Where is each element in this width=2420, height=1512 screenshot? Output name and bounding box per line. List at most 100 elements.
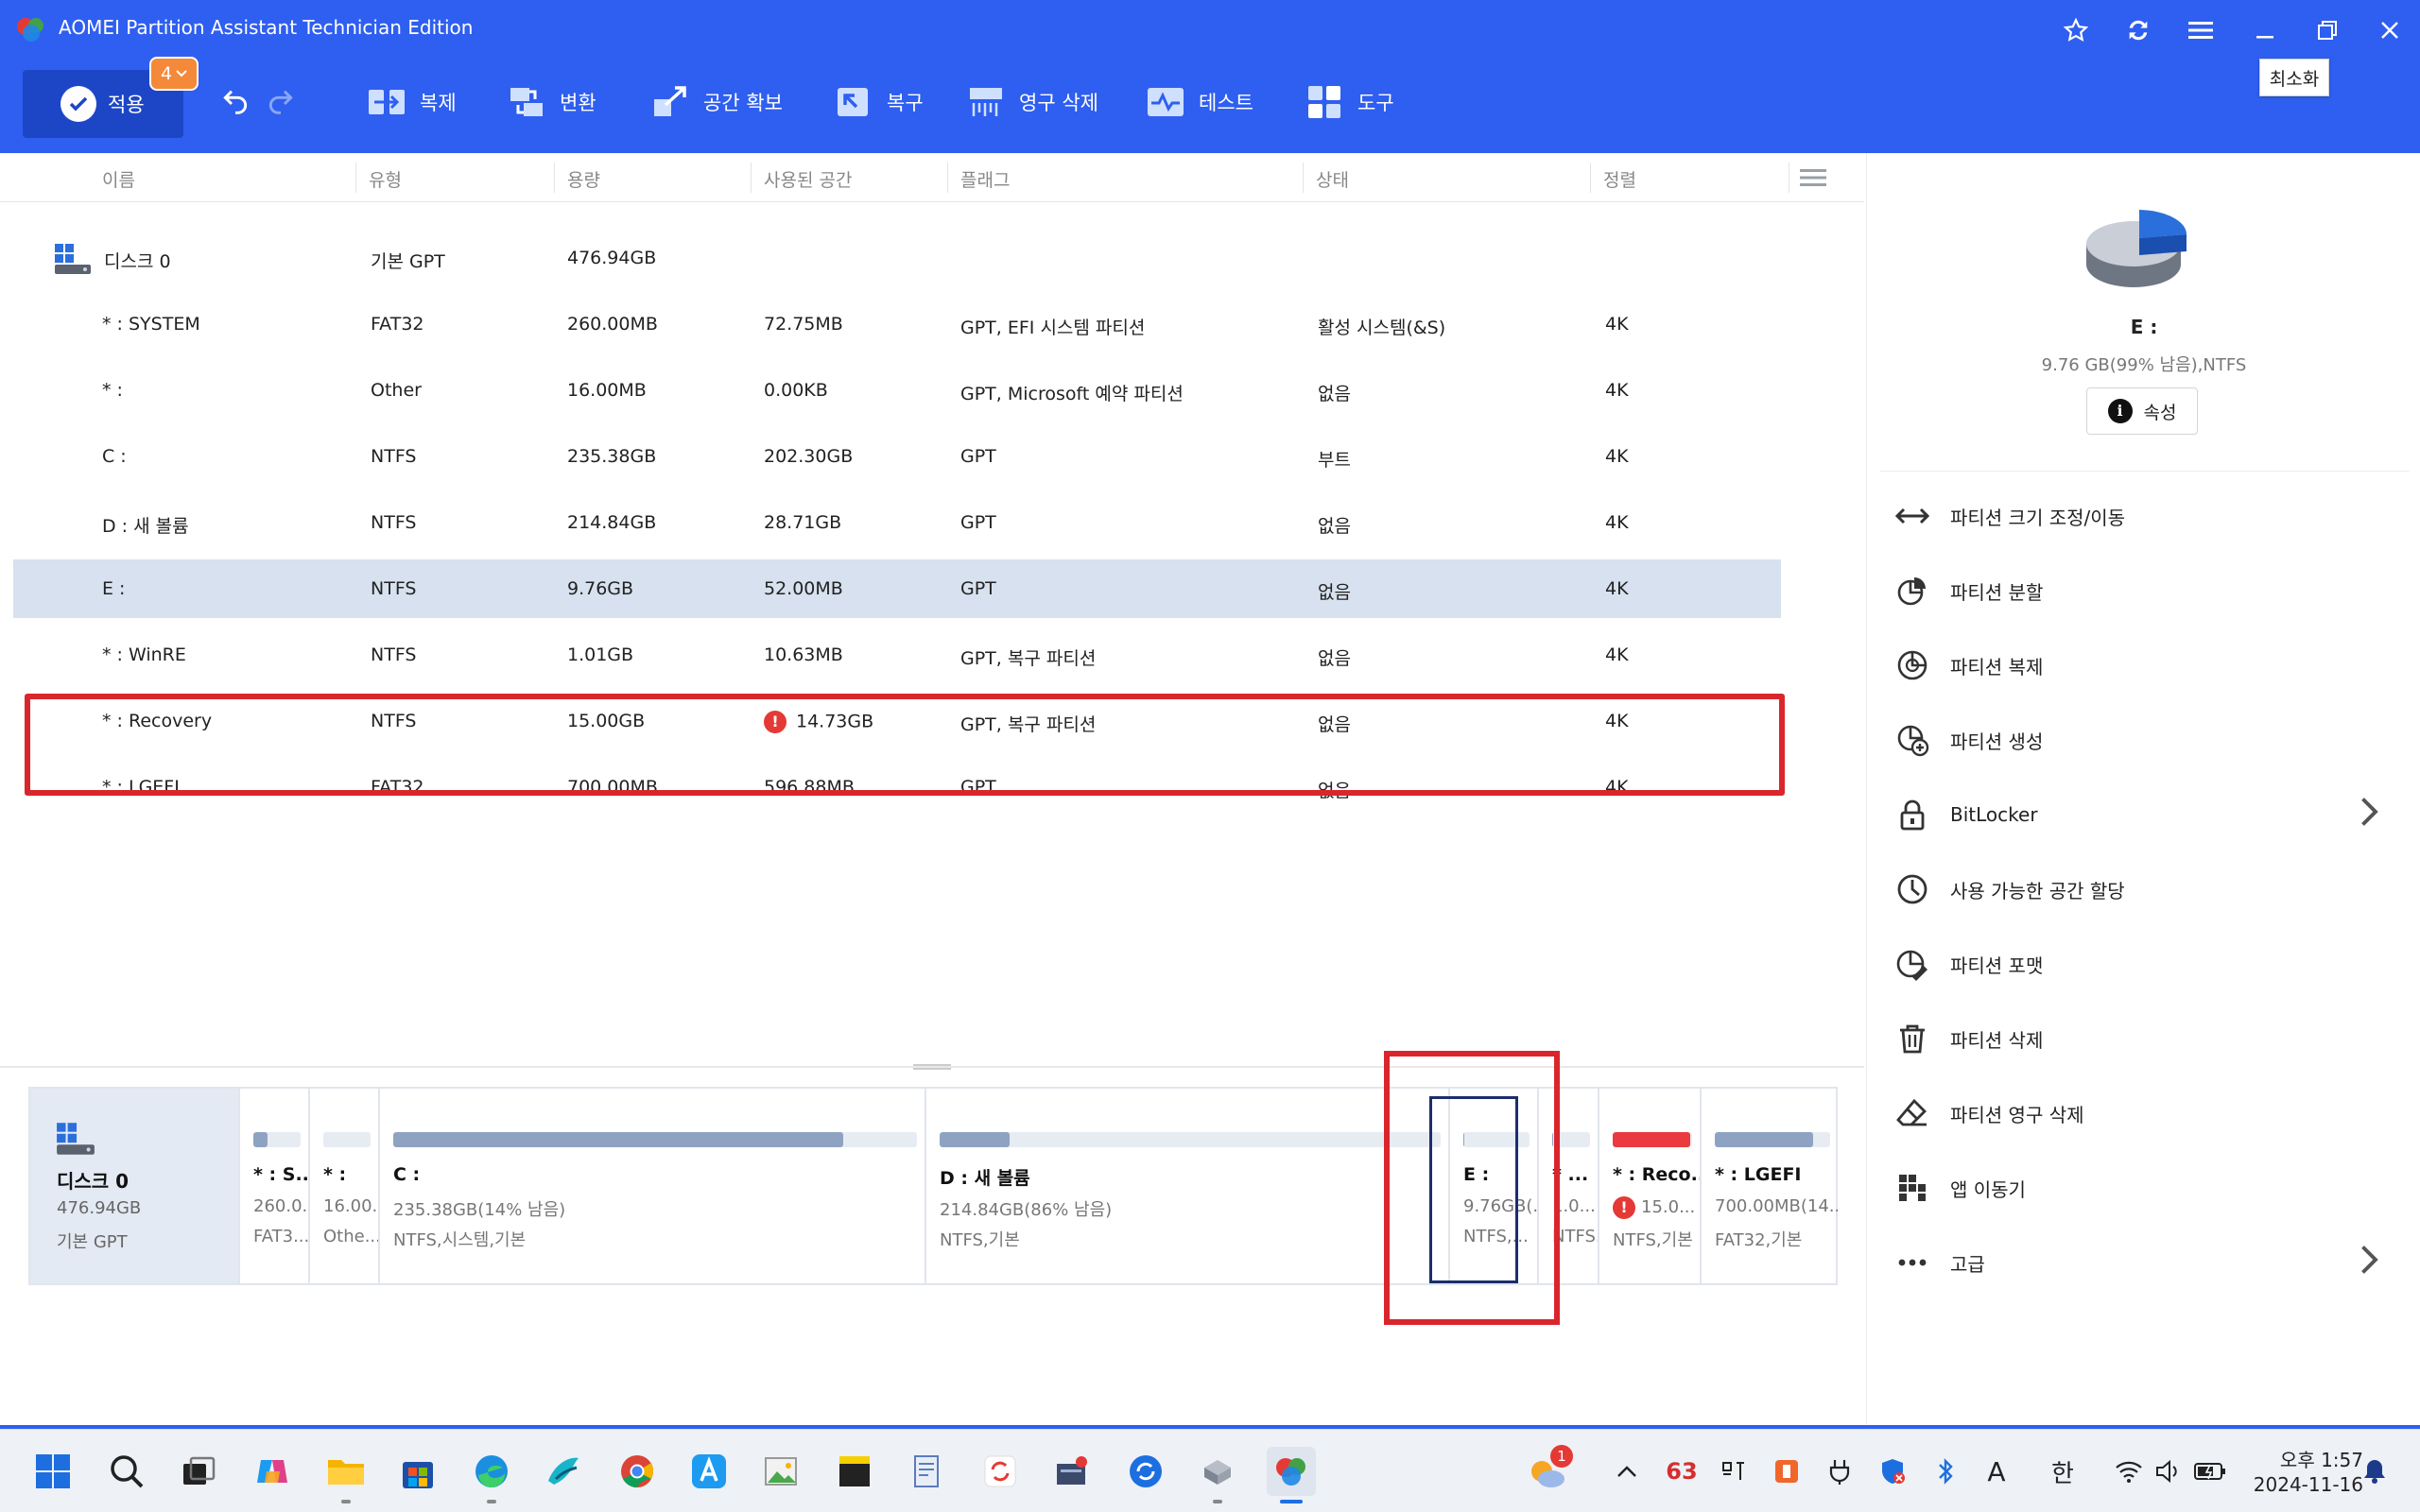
taskbar-app-sync[interactable]	[976, 1447, 1025, 1496]
taskbar-store[interactable]	[393, 1447, 442, 1496]
column-align[interactable]: 정렬	[1603, 166, 1636, 192]
toolbar-clone-button[interactable]: 복제	[367, 81, 457, 123]
disk-row[interactable]: 디스크 0 기본 GPT 476.94GB	[13, 229, 1781, 287]
column-divider[interactable]	[1303, 163, 1304, 193]
minimize-button[interactable]	[2244, 11, 2286, 49]
disk-map-partition[interactable]: * : 16.00... Othe...	[308, 1089, 378, 1283]
disk-map-partition[interactable]: * : Reco...! 15.0... NTFS,기본	[1598, 1089, 1700, 1283]
disk-map-partition[interactable]: C : 235.38GB(14% 남음) NTFS,시스템,기본	[378, 1089, 925, 1283]
tray-notifications[interactable]	[2358, 1452, 2392, 1490]
tray-volume[interactable]	[2152, 1452, 2186, 1490]
pending-operations-badge[interactable]: 4	[149, 57, 199, 91]
column-settings-icon[interactable]	[1799, 166, 1827, 189]
undo-icon[interactable]	[219, 85, 251, 117]
toolbar-free-up-space-button[interactable]: 공간 확보	[650, 81, 783, 123]
column-divider[interactable]	[355, 163, 356, 193]
column-type[interactable]: 유형	[369, 166, 402, 192]
column-flag[interactable]: 플래그	[960, 166, 1010, 192]
tray-ime-language[interactable]: 한	[2046, 1452, 2080, 1490]
task-view[interactable]	[174, 1447, 223, 1496]
clock-date[interactable]: 2024-11-16	[2231, 1473, 2363, 1496]
tray-bluetooth[interactable]	[1928, 1452, 1962, 1490]
taskbar-app-usb[interactable]	[1193, 1447, 1242, 1503]
partition-row[interactable]: * : Recovery NTFS 15.00GB! 14.73GB GPT, 복구 파…	[13, 692, 1781, 750]
disk-map-partition[interactable]: E : 9.76GB(... NTFS,...	[1448, 1089, 1537, 1283]
column-capacity[interactable]: 용량	[567, 166, 600, 192]
tray-font-mode[interactable]: A	[1979, 1452, 2014, 1490]
tray-counter[interactable]: 63	[1660, 1452, 1703, 1490]
redo-icon[interactable]	[265, 85, 297, 117]
close-button[interactable]	[2369, 11, 2411, 49]
operation-more-dots[interactable]: 고급	[1895, 1234, 2396, 1291]
column-name[interactable]: 이름	[102, 166, 135, 192]
disk-card[interactable]: 디스크 0 476.94GB 기본 GPT	[30, 1089, 238, 1283]
taskbar-aomei[interactable]	[1267, 1447, 1316, 1503]
column-divider[interactable]	[947, 163, 948, 193]
tray-input-method[interactable]	[1717, 1452, 1751, 1490]
operation-trash[interactable]: 파티션 삭제	[1895, 1010, 2396, 1067]
taskbar-app-image[interactable]	[756, 1447, 805, 1496]
disk-map-partition[interactable]: * : S... 260.0... FAT3...	[238, 1089, 308, 1283]
partition-row[interactable]: * : LGEFI FAT32 700.00MB 596.88MB GPT 없음 4K	[13, 758, 1781, 816]
partition-row[interactable]: * : Other 16.00MB 0.00KB GPT, Microsoft 예약 파…	[13, 361, 1781, 420]
operation-format-partition[interactable]: 파티션 포맷	[1895, 936, 2396, 992]
operation-lock[interactable]: BitLocker	[1895, 786, 2396, 843]
operation-create-partition[interactable]: 파티션 생성	[1895, 712, 2396, 768]
refresh-icon[interactable]	[2118, 11, 2159, 49]
taskbar-file-explorer[interactable]	[321, 1447, 371, 1503]
partition-row[interactable]: E : NTFS 9.76GB 52.00MB GPT 없음 4K	[13, 559, 1781, 618]
weather-notification[interactable]: 1	[1522, 1445, 1573, 1490]
column-status[interactable]: 상태	[1316, 166, 1349, 192]
taskbar-app-bird[interactable]	[539, 1447, 588, 1496]
favorite-star-icon[interactable]	[2055, 11, 2097, 49]
column-used[interactable]: 사용된 공간	[764, 166, 852, 192]
operation-clone-partition[interactable]: 파티션 복제	[1895, 637, 2396, 694]
start-button[interactable]	[28, 1447, 78, 1496]
tray-driver[interactable]	[1823, 1452, 1857, 1490]
cell-capacity: 214.84GB	[567, 512, 657, 533]
toolbar-convert-button[interactable]: 변환	[507, 81, 596, 123]
taskbar-app-a[interactable]	[684, 1447, 734, 1496]
column-divider[interactable]	[751, 163, 752, 193]
partition-row[interactable]: * : WinRE NTFS 1.01GB 10.63MB GPT, 복구 파티션 없음 4…	[13, 626, 1781, 684]
show-hidden-icons[interactable]	[1613, 1452, 1641, 1490]
clock-time[interactable]: 오후 1:57	[2250, 1445, 2363, 1472]
properties-button[interactable]: i 속성	[2086, 387, 2198, 435]
operation-allocate-space[interactable]: 사용 가능한 공간 할당	[1895, 861, 2396, 918]
partition-row[interactable]: D : 새 볼륨 NTFS 214.84GB 28.71GB GPT 없음 4K	[13, 493, 1781, 552]
toolbar-wipe-button[interactable]: 영구 삭제	[966, 81, 1098, 123]
taskbar-edge[interactable]	[467, 1447, 516, 1503]
toolbar-recover-button[interactable]: 복구	[834, 81, 924, 123]
document-app-icon	[914, 1455, 939, 1487]
taskbar-search[interactable]	[102, 1447, 151, 1496]
taskbar-app-backup[interactable]	[1121, 1447, 1170, 1496]
partition-row[interactable]: C : NTFS 235.38GB 202.30GB GPT 부트 4K	[13, 427, 1781, 486]
tray-wifi[interactable]	[2110, 1452, 2148, 1490]
windows-icon	[36, 1454, 70, 1488]
taskbar-app-media[interactable]	[1047, 1447, 1097, 1496]
operation-eraser[interactable]: 파티션 영구 삭제	[1895, 1085, 2396, 1142]
taskbar-chrome[interactable]	[613, 1447, 662, 1496]
disk-map-partition[interactable]: * ... 1.0... NTFS...	[1537, 1089, 1598, 1283]
table-header: 이름 유형 용량 사용된 공간 플래그 상태 정렬	[0, 153, 1864, 202]
taskbar-app-doc[interactable]	[902, 1447, 951, 1496]
tray-office[interactable]	[1770, 1452, 1804, 1490]
operation-app-mover[interactable]: 앱 이동기	[1895, 1160, 2396, 1216]
tray-battery[interactable]	[2191, 1452, 2229, 1490]
taskbar-sticky-notes[interactable]	[830, 1447, 879, 1496]
disk-map-partition[interactable]: * : LGEFI 700.00MB(14... FAT32,기본	[1700, 1089, 1838, 1283]
partition-size: 700.00MB(14...	[1715, 1196, 1838, 1216]
taskbar-copilot[interactable]	[248, 1447, 297, 1496]
operation-split-partition[interactable]: 파티션 분할	[1895, 562, 2396, 619]
toolbar-test-button[interactable]: 테스트	[1146, 81, 1253, 123]
splitter-handle[interactable]	[913, 1064, 951, 1070]
tray-security[interactable]	[1876, 1452, 1910, 1490]
operation-resize-move[interactable]: 파티션 크기 조정/이동	[1895, 488, 2396, 544]
restore-button[interactable]	[2307, 11, 2348, 49]
column-divider[interactable]	[554, 163, 555, 193]
menu-icon[interactable]	[2180, 11, 2221, 49]
disk-map-partition[interactable]: D : 새 볼륨 214.84GB(86% 남음) NTFS,기본	[925, 1089, 1448, 1283]
column-divider[interactable]	[1590, 163, 1591, 193]
partition-row[interactable]: * : SYSTEM FAT32 260.00MB 72.75MB GPT, EFI 시…	[13, 295, 1781, 353]
toolbar-tools-button[interactable]: 도구	[1305, 81, 1394, 123]
